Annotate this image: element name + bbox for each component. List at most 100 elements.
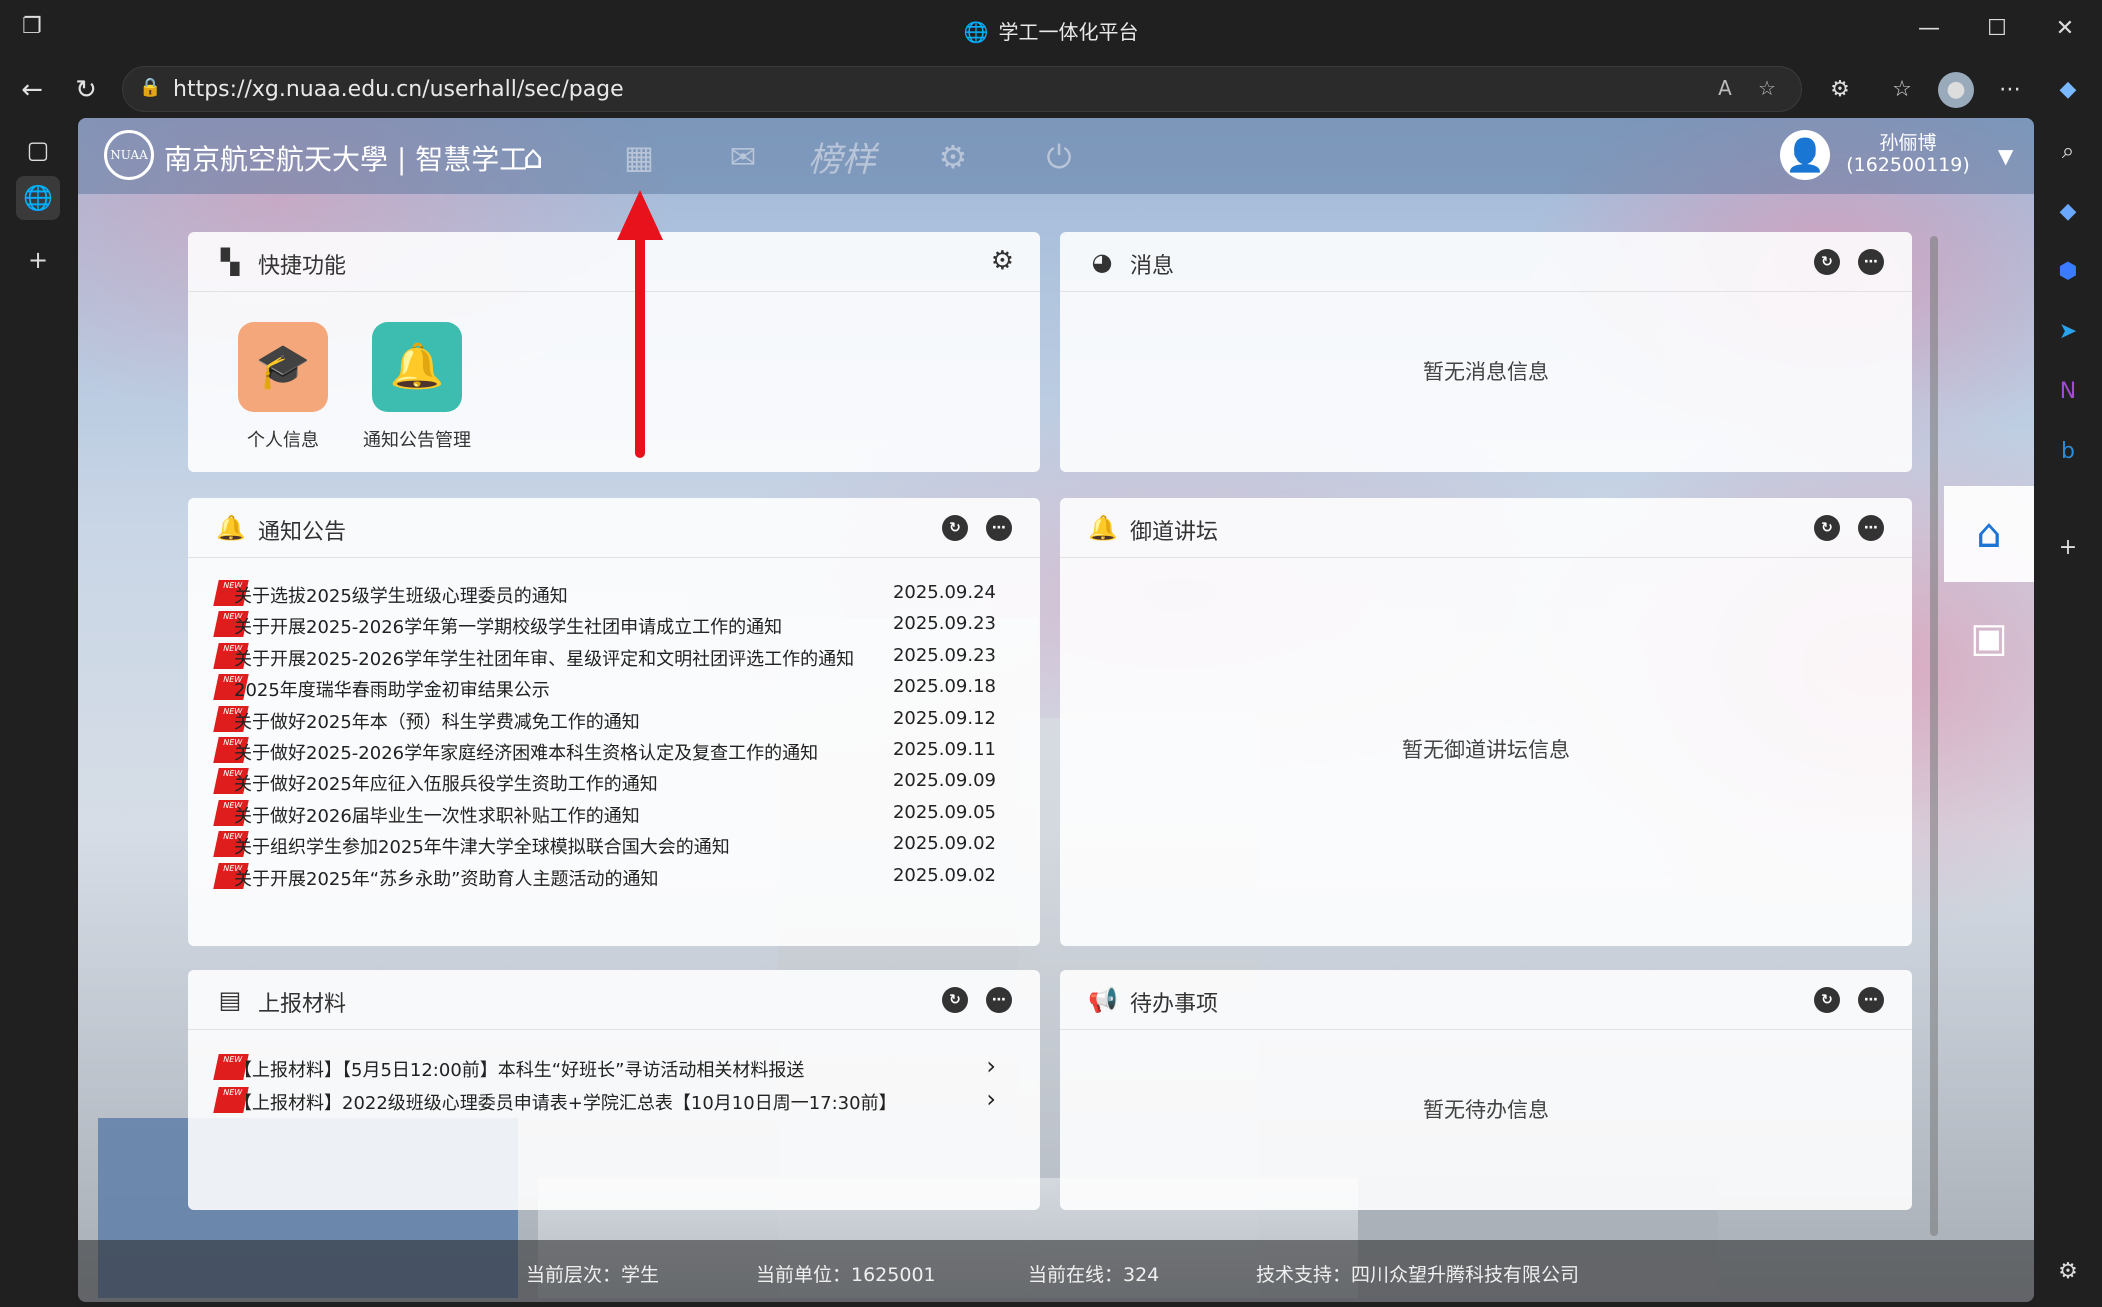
notice-row[interactable]: NEW 关于选拔2025级学生班级心理委员的通知 2025.09.24 [213,578,996,609]
notice-date: 2025.09.18 [892,676,996,698]
maximize-button[interactable]: ☐ [1980,12,2014,46]
page-scrollbar[interactable] [1930,236,1938,1236]
profile-avatar[interactable]: ● [1938,72,1974,108]
more-icon[interactable]: ⋯ [986,515,1012,541]
panel-title: 快捷功能 [258,254,347,279]
settings-icon[interactable]: ⚙ [932,136,974,178]
gear-icon[interactable]: ⚙ [991,246,1014,276]
notice-date: 2025.09.09 [892,770,996,792]
annotation-arrow-head [617,190,663,240]
empty-message: 暂无消息信息 [1423,360,1549,384]
new-tab-icon[interactable]: + [16,238,60,282]
notice-row[interactable]: NEW 关于做好2025年本（预）科生学费减免工作的通知 2025.09.12 [213,704,996,735]
active-tab-globe-icon[interactable]: 🌐 [16,176,60,220]
refresh-button[interactable]: ↻ [66,70,106,110]
chevron-right-icon[interactable]: › [986,1052,996,1080]
add-sidebar-app-icon[interactable]: + [2050,530,2086,566]
notice-date: 2025.09.12 [892,707,996,729]
quick-item-notice-mgmt[interactable]: 🔔 通知公告管理 [342,322,492,452]
lock-icon[interactable]: 🔒 [139,77,163,101]
tab-actions-icon[interactable]: ▢ [16,128,60,172]
notice-title[interactable]: 关于做好2025-2026学年家庭经济困难本科生资格认定及复查工作的通知 [234,739,818,765]
settings-gear-icon[interactable]: ⚙ [2050,1254,2086,1290]
report-row[interactable]: NEW 【上报材料】2022级班级心理委员申请表+学院汇总表【10月10日周一17… [213,1085,996,1118]
more-icon[interactable]: ⋯ [1858,987,1884,1013]
notice-row[interactable]: NEW 关于开展2025年“苏乡永助”资助育人主题活动的通知 2025.09.02 [213,861,996,892]
address-toolbar: ← ↻ 🔒 https://xg.nuaa.edu.cn/userhall/se… [0,58,2102,120]
site-title: 南京航空航天大學 | 智慧学工 [164,143,528,176]
quick-item-personal-info[interactable]: 🎓 个人信息 [208,322,358,452]
notice-title[interactable]: 关于开展2025-2026学年学生社团年审、星级评定和文明社团评选工作的通知 [234,645,854,671]
notice-title[interactable]: 2025年度瑞华春雨助学金初审结果公示 [234,676,550,702]
extensions-icon[interactable]: ⚙ [1822,72,1858,108]
notice-title[interactable]: 关于做好2026届毕业生一次性求职补贴工作的通知 [234,802,640,828]
notice-row[interactable]: NEW 关于做好2025年应征入伍服兵役学生资助工作的通知 2025.09.09 [213,766,996,797]
home-icon[interactable]: ⌂ [512,136,554,178]
refresh-icon[interactable]: ↻ [942,515,968,541]
notice-title[interactable]: 关于开展2025-2026学年第一学期校级学生社团申请成立工作的通知 [234,613,782,639]
favorites-icon[interactable]: ☆ [1884,72,1920,108]
power-icon[interactable]: ⏻ [1038,136,1080,178]
user-avatar-icon[interactable]: 👤 [1780,130,1830,180]
notice-title[interactable]: 关于做好2025年应征入伍服兵役学生资助工作的通知 [234,770,658,796]
bell-icon: 🔔 [1088,514,1118,542]
onenote-icon[interactable]: N [2050,374,2086,410]
more-icon[interactable]: ⋯ [986,987,1012,1013]
more-menu-icon[interactable]: ⋯ [1992,72,2028,108]
chevron-right-icon[interactable]: › [986,1085,996,1113]
back-button[interactable]: ← [12,70,52,110]
report-title[interactable]: 【上报材料】2022级班级心理委员申请表+学院汇总表【10月10日周一17:30… [234,1089,897,1115]
notice-title[interactable]: 关于做好2025年本（预）科生学费减免工作的通知 [234,708,640,734]
url-bar[interactable]: 🔒 https://xg.nuaa.edu.cn/userhall/sec/pa… [122,66,1802,112]
role-model-nav[interactable]: 榜样 [808,132,876,181]
notice-date: 2025.09.24 [892,582,996,603]
search-icon[interactable]: ⌕ [2050,134,2086,170]
widgets-icon: ▚ [220,248,240,276]
university-seal-icon: NUAA [104,130,154,180]
more-icon[interactable]: ⋯ [1858,515,1884,541]
footer-online: 当前在线：324 [1028,1264,1160,1286]
refresh-icon[interactable]: ↻ [1814,515,1840,541]
telegram-icon[interactable]: ➤ [2050,314,2086,350]
chevron-down-icon[interactable]: ▼ [1998,144,2013,168]
empty-message: 暂无待办信息 [1423,1098,1549,1122]
window-title-bar: ❐ 🌐 学工一体化平台 — ☐ ✕ [0,0,2102,58]
notice-row[interactable]: NEW 关于组织学生参加2025年牛津大学全球模拟联合国大会的通知 2025.09.… [213,829,996,860]
close-button[interactable]: ✕ [2048,12,2082,46]
refresh-icon[interactable]: ↻ [1814,249,1840,275]
notice-row[interactable]: NEW 关于开展2025-2026学年第一学期校级学生社团申请成立工作的通知 202… [213,609,996,640]
minimize-button[interactable]: — [1912,12,1946,46]
window-title: 学工一体化平台 [998,20,1139,44]
report-title[interactable]: 【上报材料】【5月5日12:00前】本科生“好班长”寻访活动相关材料报送 [234,1056,804,1082]
notice-title[interactable]: 关于组织学生参加2025年牛津大学全球模拟联合国大会的通知 [234,833,730,859]
panel-title: 待办事项 [1130,992,1219,1017]
notice-title[interactable]: 关于选拔2025级学生班级心理委员的通知 [234,582,568,608]
notice-row[interactable]: NEW 关于做好2026届毕业生一次性求职补贴工作的通知 2025.09.05 [213,798,996,829]
tag-icon[interactable]: ◆ [2050,194,2086,230]
notice-title[interactable]: 关于开展2025年“苏乡永助”资助育人主题活动的通知 [234,865,658,891]
apps-grid-icon[interactable]: ▦ [618,136,660,178]
notice-row[interactable]: NEW 2025年度瑞华春雨助学金初审结果公示 2025.09.18 [213,672,996,703]
panel-title: 通知公告 [258,520,347,545]
notice-row[interactable]: NEW 关于开展2025-2026学年学生社团年审、星级评定和文明社团评选工作的通… [213,641,996,672]
mail-icon[interactable]: ✉ [722,136,764,178]
bell-icon[interactable]: 🔔 [372,322,462,412]
globe-icon: 🌐 [963,20,989,44]
notice-date: 2025.09.05 [892,801,996,823]
favorite-star-icon[interactable]: ☆ [1753,76,1781,104]
refresh-icon[interactable]: ↻ [942,987,968,1013]
notice-row[interactable]: NEW 关于做好2025-2026学年家庭经济困难本科生资格认定及复查工作的通知 2… [213,735,996,766]
copilot-sidebar-icon[interactable]: ⬢ [2050,254,2086,290]
read-aloud-icon[interactable]: A [1711,76,1739,104]
refresh-icon[interactable]: ↻ [1814,987,1840,1013]
home-icon[interactable]: ⌂ [1944,486,2034,582]
graduate-icon[interactable]: 🎓 [238,322,328,412]
copilot-icon[interactable]: ◆ [2050,72,2086,108]
report-row[interactable]: NEW 【上报材料】【5月5日12:00前】本科生“好班长”寻访活动相关材料报送 › [213,1052,996,1085]
bing-icon[interactable]: b [2050,434,2086,470]
web-page: NUAA 南京航空航天大學 | 智慧学工 ⌂ ▦ ✉ 榜样 ⚙ ⏻ 👤 孙俪博 … [78,118,2034,1302]
bell-icon: 🔔 [216,514,246,542]
robot-icon[interactable]: ▣ [1944,590,2034,686]
url-text[interactable]: https://xg.nuaa.edu.cn/userhall/sec/page [173,77,624,102]
more-icon[interactable]: ⋯ [1858,249,1884,275]
